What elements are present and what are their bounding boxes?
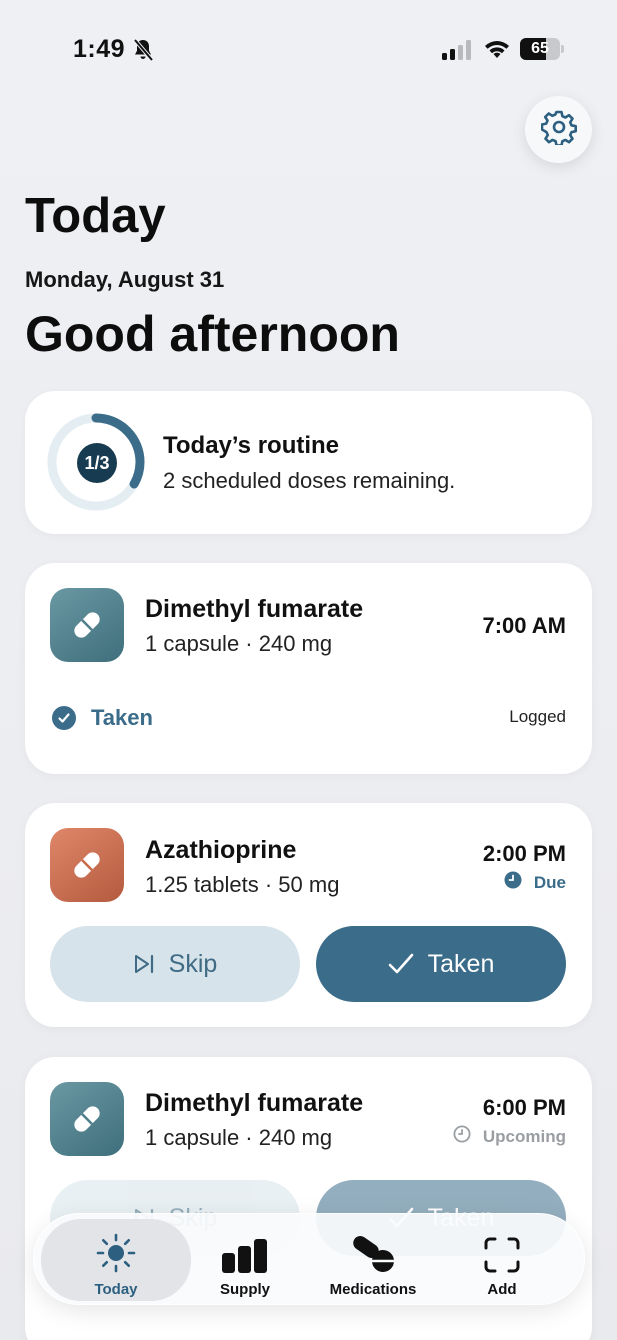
upcoming-status: Upcoming <box>453 1125 566 1148</box>
medication-dose: 1.25 tablets · 50 mg <box>145 872 340 897</box>
tab-label: Supply <box>219 1281 270 1298</box>
tab-add[interactable]: Add <box>427 1219 577 1301</box>
scan-frame-icon <box>484 1229 520 1273</box>
medication-dose: 1 capsule · 240 mg <box>145 1125 333 1150</box>
skip-label: Skip <box>168 949 218 978</box>
routine-card[interactable]: 1/3 Today’s routine 2 scheduled doses re… <box>25 391 592 534</box>
taken-status: Taken <box>52 705 153 731</box>
tab-today[interactable]: Today <box>41 1219 191 1301</box>
logged-label: Logged <box>509 707 566 726</box>
pills-icon <box>350 1229 396 1273</box>
medication-dose: 1 capsule · 240 mg <box>145 631 333 656</box>
dose-card[interactable]: Azathioprine 1.25 tablets · 50 mg 2:00 P… <box>25 803 592 1027</box>
mark-taken-button[interactable]: Taken <box>316 926 566 1002</box>
upcoming-label: Upcoming <box>482 1126 566 1146</box>
clock-icon <box>453 1125 471 1148</box>
page-title: Today <box>25 189 166 243</box>
status-time: 1:49 <box>73 35 126 63</box>
cellular-signal-icon <box>442 40 472 65</box>
taken-button-label: Taken <box>427 949 495 978</box>
routine-subtitle: 2 scheduled doses remaining. <box>163 468 456 493</box>
wifi-icon <box>483 38 511 65</box>
gear-icon <box>540 109 577 150</box>
checkmark-icon <box>388 953 414 975</box>
date-label: Monday, August 31 <box>25 267 225 292</box>
battery-icon: 65 <box>520 38 564 60</box>
medication-name: Dimethyl fumarate <box>145 1089 364 1117</box>
routine-title: Today’s routine <box>163 432 340 459</box>
tab-label: Add <box>487 1281 517 1298</box>
tab-medications[interactable]: Medications <box>298 1219 448 1301</box>
bell-muted-icon <box>132 38 154 67</box>
dose-time: 2:00 PM <box>482 841 566 866</box>
taken-label: Taken <box>91 705 153 730</box>
progress-label: 1/3 <box>77 443 117 483</box>
skip-forward-icon <box>133 953 155 975</box>
clock-icon <box>504 871 522 894</box>
sun-icon <box>96 1229 136 1273</box>
battery-percent: 65 <box>531 40 549 57</box>
settings-button[interactable] <box>525 96 592 163</box>
medication-name: Azathioprine <box>145 836 297 864</box>
checkmark-circle-icon <box>52 706 76 730</box>
pill-icon <box>50 1082 124 1156</box>
dose-time: 6:00 PM <box>482 1095 566 1120</box>
bar-chart-icon <box>222 1229 268 1273</box>
status-bar: 1:49 65 <box>0 0 617 100</box>
pill-icon <box>50 828 124 902</box>
dose-time: 7:00 AM <box>482 613 566 638</box>
dose-card[interactable]: Dimethyl fumarate 1 capsule · 240 mg 7:0… <box>25 563 592 774</box>
greeting: Good afternoon <box>25 306 400 362</box>
medication-name: Dimethyl fumarate <box>145 595 364 623</box>
due-label: Due <box>533 872 566 892</box>
due-status: Due <box>504 871 566 894</box>
tab-bar: Today Supply Medications Add <box>33 1213 585 1305</box>
pill-icon <box>50 588 124 662</box>
tab-label: Today <box>94 1281 138 1298</box>
tab-label: Medications <box>329 1281 417 1298</box>
skip-button[interactable]: Skip <box>50 926 300 1002</box>
